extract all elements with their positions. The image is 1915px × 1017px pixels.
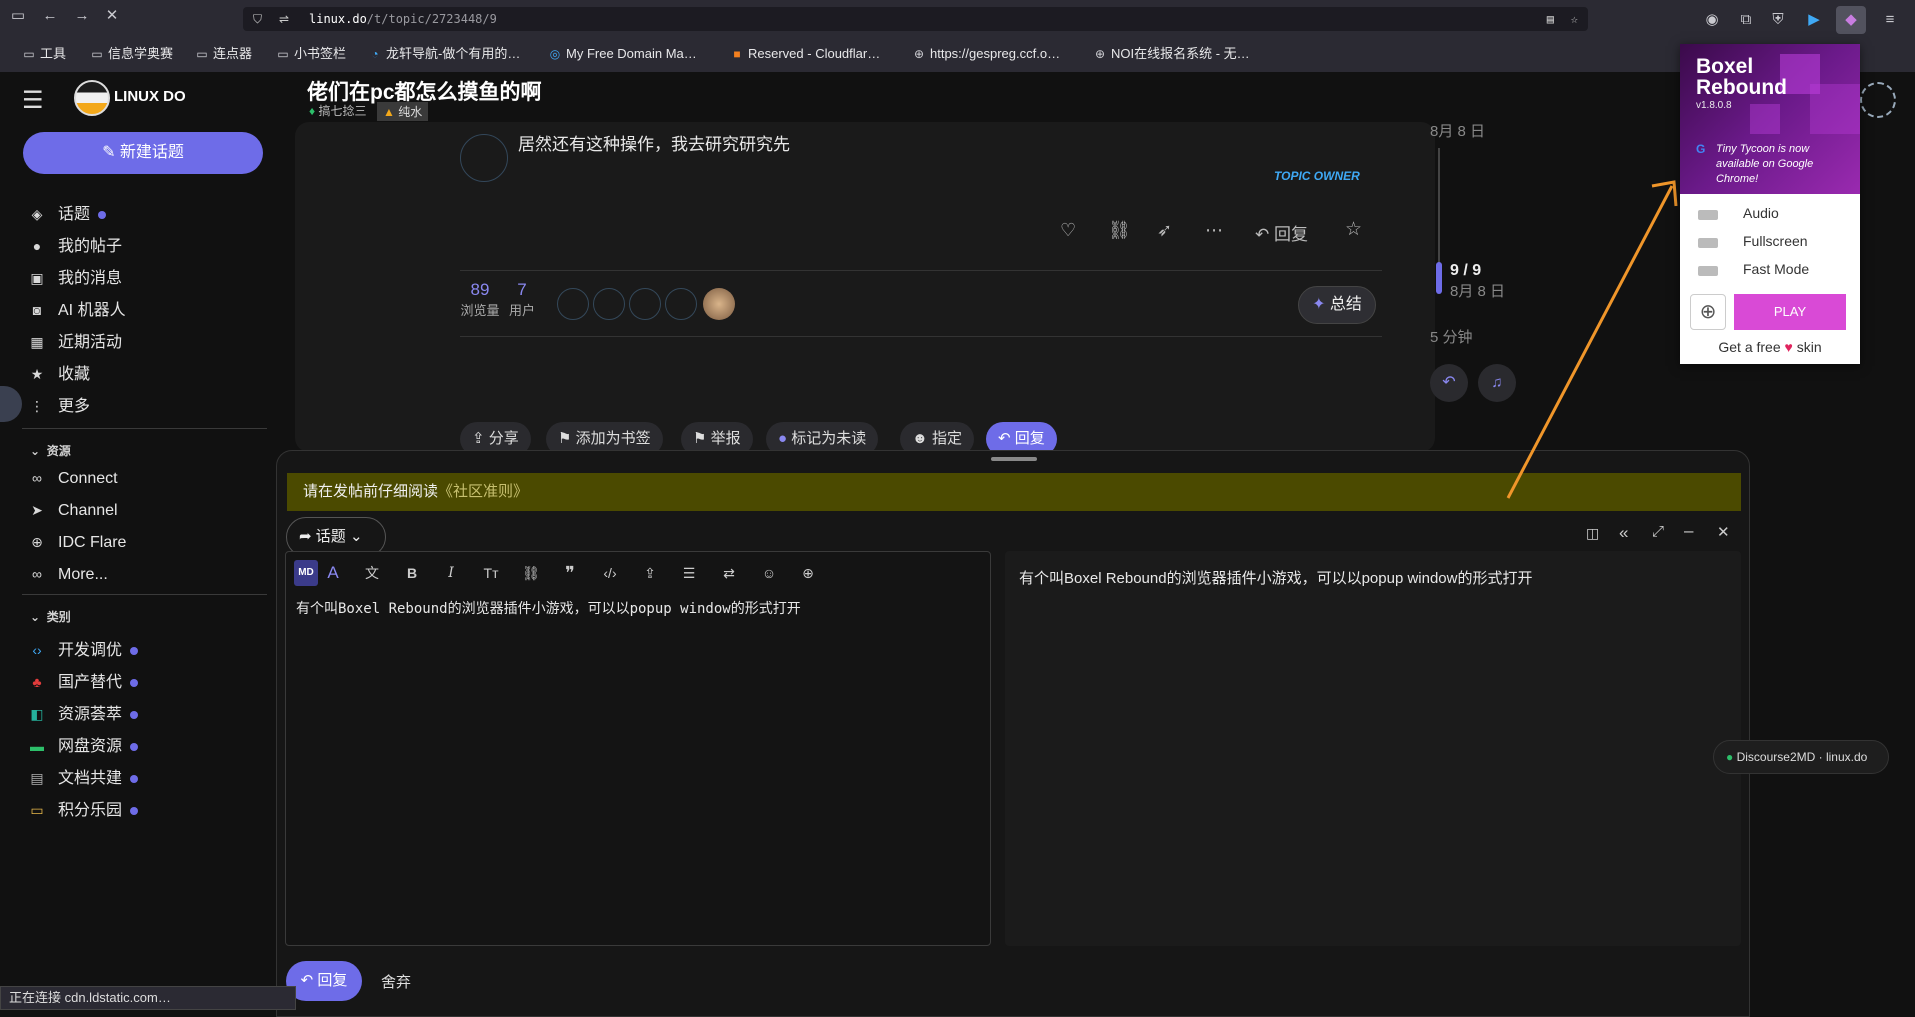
- fastmode-label: Fast Mode: [1743, 261, 1810, 277]
- free-skin-link[interactable]: Get a free ♥ skin: [1680, 339, 1860, 355]
- status-bar: 正在连接 cdn.ldstatic.com…: [0, 986, 296, 1010]
- fullscreen-label: Fullscreen: [1743, 233, 1808, 249]
- decoration: [1810, 84, 1860, 134]
- google-icon: G: [1696, 142, 1706, 156]
- heart-icon: ♥: [1784, 339, 1793, 355]
- annotation-arrow: [1506, 180, 1678, 499]
- audio-label: Audio: [1743, 205, 1779, 221]
- popup-banner: Boxel Rebound v1.8.0.8 G Tiny Tycoon is n…: [1680, 44, 1860, 194]
- play-button[interactable]: PLAY: [1734, 294, 1846, 330]
- fullscreen-toggle[interactable]: [1698, 238, 1718, 248]
- globe-icon[interactable]: ⊕: [1690, 294, 1726, 330]
- game-version: v1.8.0.8: [1696, 100, 1732, 111]
- boxel-popup: Boxel Rebound v1.8.0.8 G Tiny Tycoon is n…: [1680, 44, 1860, 364]
- audio-toggle[interactable]: [1698, 210, 1718, 220]
- game-title: Boxel Rebound: [1696, 55, 1787, 99]
- promo-text[interactable]: Tiny Tycoon is now available on Google C…: [1716, 142, 1850, 187]
- fastmode-toggle[interactable]: [1698, 266, 1718, 276]
- decoration: [1750, 104, 1780, 134]
